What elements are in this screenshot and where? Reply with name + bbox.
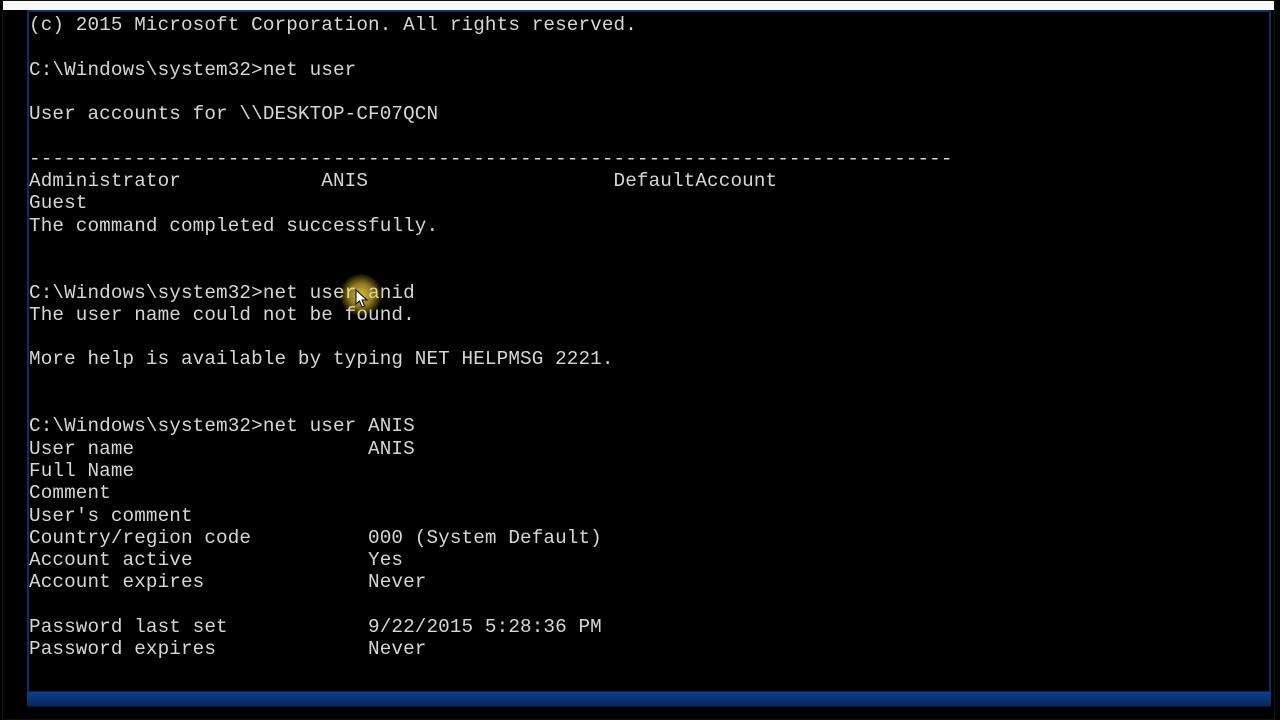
console-frame[interactable]: (c) 2015 Microsoft Corporation. All righ… (27, 10, 1271, 695)
window-bottom-border (27, 691, 1271, 707)
window-titlebar-strip (3, 1, 1274, 10)
console-output: (c) 2015 Microsoft Corporation. All righ… (29, 12, 1269, 661)
window-outer: (c) 2015 Microsoft Corporation. All righ… (2, 0, 1275, 720)
